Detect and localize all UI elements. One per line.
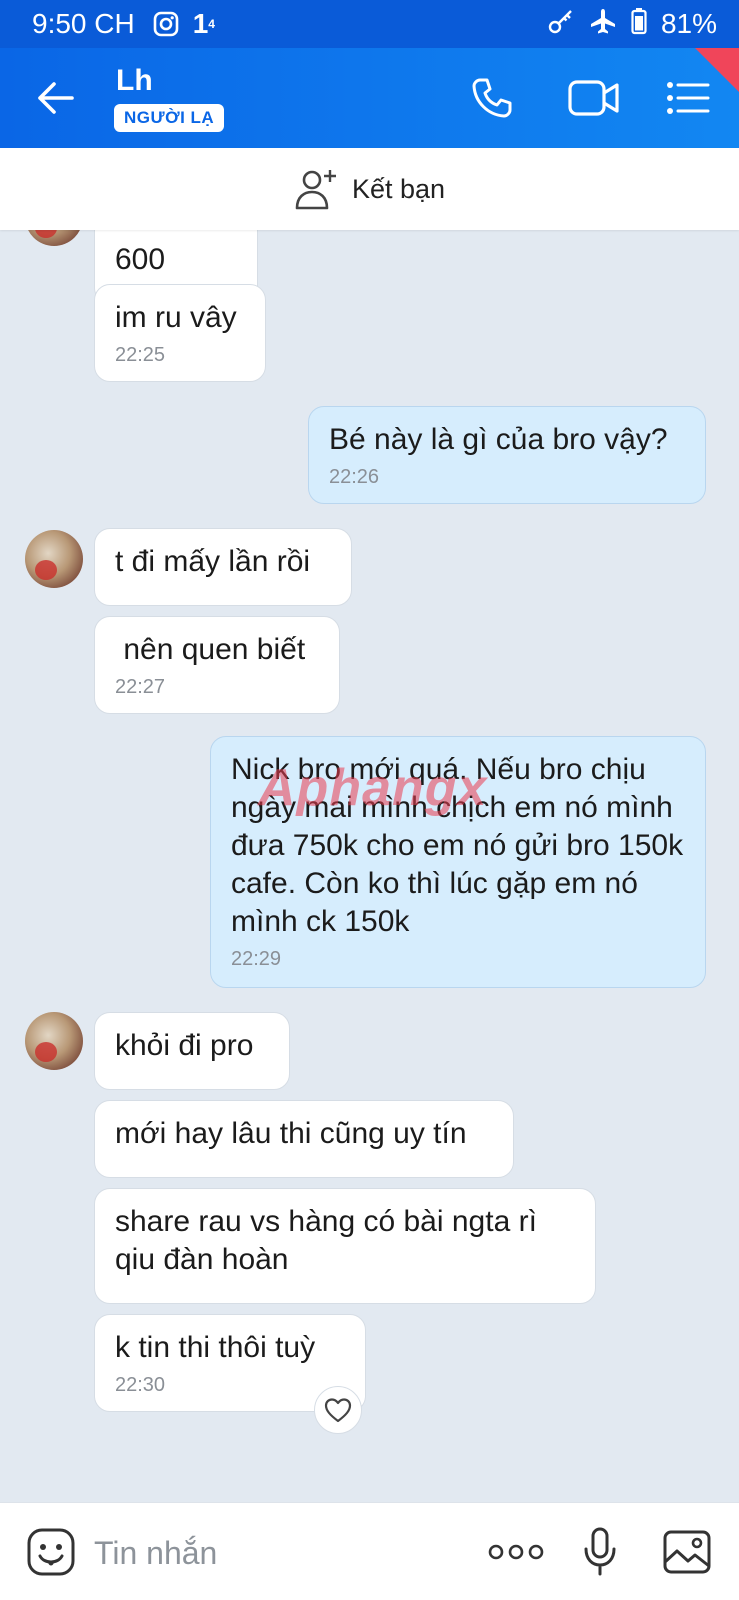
avatar[interactable] bbox=[25, 230, 83, 246]
message-time: 22:29 bbox=[231, 948, 282, 970]
back-button[interactable] bbox=[36, 80, 76, 116]
sticker-button[interactable] bbox=[26, 1527, 76, 1577]
message-time: 22:27 bbox=[115, 676, 166, 698]
status-bar: 9:50 CH 14 81% bbox=[0, 0, 739, 48]
sticker-icon bbox=[27, 1528, 75, 1576]
message-input[interactable] bbox=[94, 1529, 434, 1577]
microphone-icon bbox=[584, 1527, 616, 1576]
message-input-bar bbox=[0, 1502, 739, 1600]
message-time: 22:25 bbox=[115, 344, 166, 366]
more-dots-icon bbox=[488, 1544, 544, 1560]
watermark: Aphangx bbox=[258, 759, 488, 817]
gallery-button[interactable] bbox=[662, 1527, 712, 1577]
heart-icon bbox=[324, 1398, 352, 1423]
avatar[interactable] bbox=[25, 530, 83, 588]
message-time: 22:26 bbox=[329, 466, 380, 488]
avatar[interactable] bbox=[25, 1012, 83, 1070]
microphone-button[interactable] bbox=[580, 1527, 620, 1577]
message-bubble[interactable]: share rau vs hàng có bài ngta rì qiu đàn… bbox=[94, 1188, 596, 1304]
notification-count: 14 bbox=[192, 8, 215, 39]
message-bubble[interactable]: nên quen biết 22:27 bbox=[94, 616, 340, 714]
battery-icon bbox=[631, 7, 647, 42]
add-friend-label: Kết bạn bbox=[351, 173, 446, 204]
status-time: 9:50 CH bbox=[32, 8, 135, 39]
message-bubble[interactable]: mới hay lâu thi cũng uy tín bbox=[94, 1100, 514, 1178]
message-bubble[interactable]: im ru vây 22:25 bbox=[94, 284, 266, 382]
phone-icon bbox=[472, 78, 512, 118]
message-bubble[interactable]: khỏi đi pro bbox=[94, 1012, 290, 1090]
message-bubble[interactable]: t đi mấy lần rồi bbox=[94, 528, 352, 606]
chat-header: Lh NGƯỜI LẠ bbox=[0, 48, 739, 148]
chat-area[interactable]: 600 im ru vây 22:25 Bé này là gì của bro… bbox=[0, 230, 739, 1502]
instagram-icon bbox=[153, 11, 179, 37]
add-friend-button[interactable]: Kết bạn bbox=[0, 148, 739, 230]
key-icon bbox=[547, 7, 575, 42]
add-user-icon bbox=[295, 170, 336, 210]
corner-flag bbox=[695, 48, 739, 92]
message-time: 22:30 bbox=[115, 1374, 166, 1396]
video-call-button[interactable] bbox=[566, 74, 622, 122]
message-bubble[interactable]: Bé này là gì của bro vậy? 22:26 bbox=[308, 406, 706, 504]
battery-percent: 81% bbox=[660, 8, 717, 39]
more-button[interactable] bbox=[486, 1527, 546, 1577]
image-icon bbox=[663, 1530, 711, 1574]
call-button[interactable] bbox=[468, 74, 516, 122]
reaction-button[interactable] bbox=[314, 1386, 362, 1434]
video-camera-icon bbox=[568, 80, 619, 116]
contact-name[interactable]: Lh bbox=[116, 64, 153, 98]
airplane-icon bbox=[589, 7, 617, 42]
stranger-badge: NGƯỜI LẠ bbox=[114, 104, 225, 132]
arrow-left-icon bbox=[38, 82, 74, 114]
